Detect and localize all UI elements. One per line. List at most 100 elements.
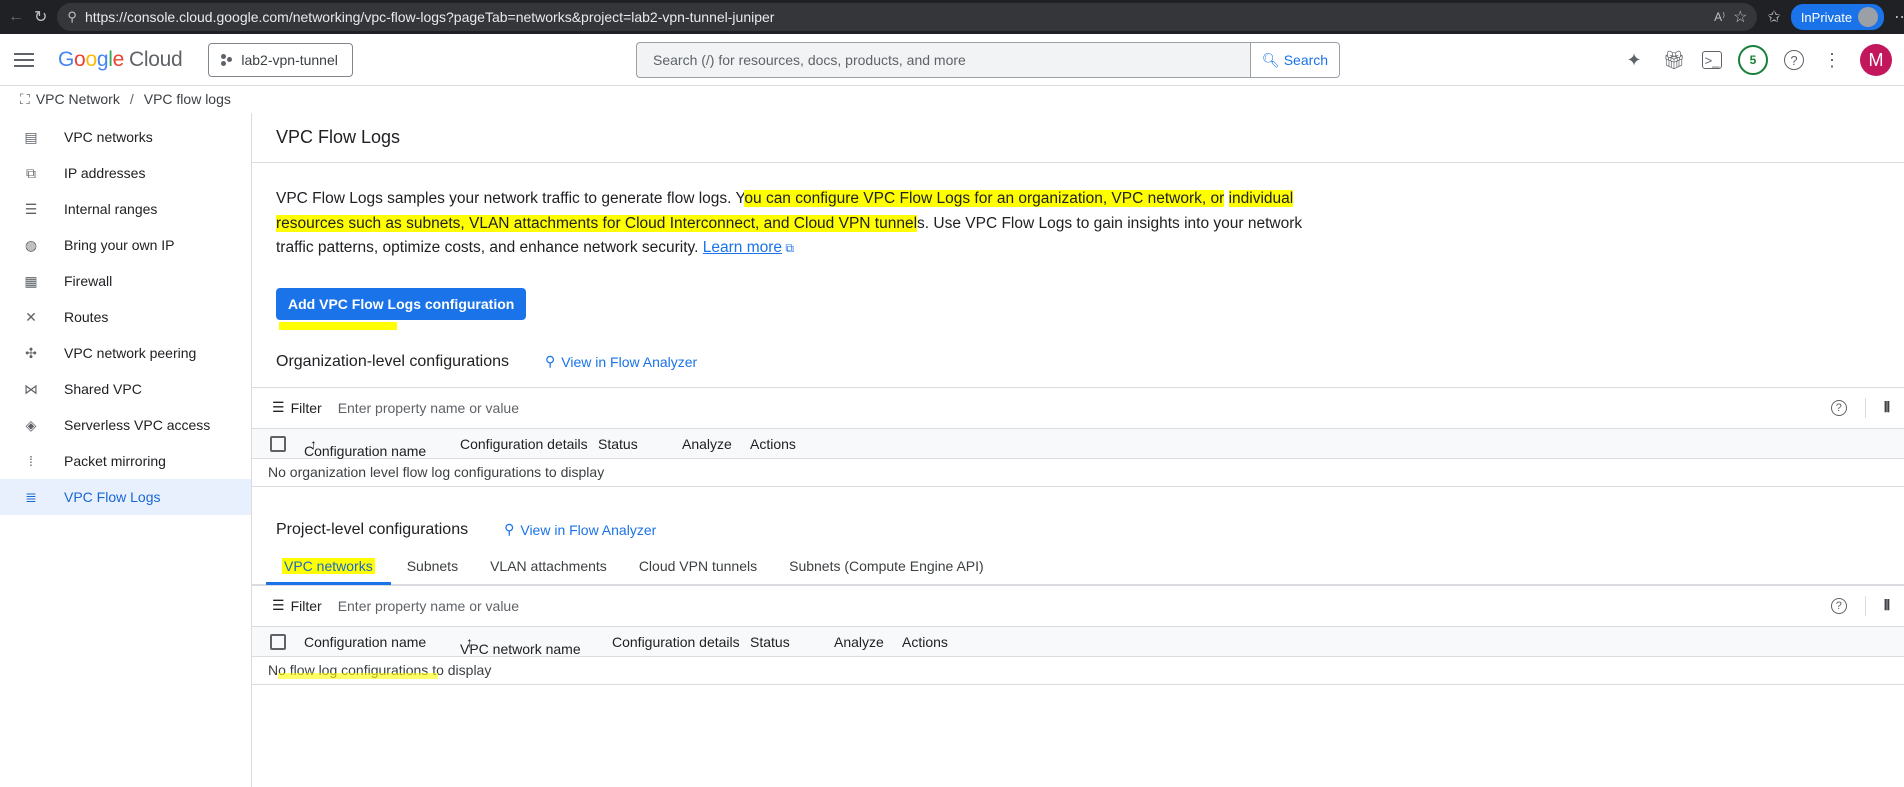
sidebar-item-label: Serverless VPC access (64, 417, 211, 433)
highlight-mark (278, 672, 438, 679)
address-bar[interactable]: ⚲ https://console.cloud.google.com/netwo… (57, 3, 1758, 31)
logo-letter: o (85, 47, 97, 71)
tab[interactable]: VLAN attachments (474, 558, 623, 584)
url-text[interactable]: https://console.cloud.google.com/network… (85, 9, 1706, 25)
breadcrumb-root[interactable]: VPC Network (36, 91, 120, 107)
sidebar-item-label: VPC Flow Logs (64, 489, 161, 505)
learn-more-link[interactable]: Learn more (703, 239, 782, 256)
sidebar-item[interactable]: ◈ Serverless VPC access (0, 407, 251, 443)
column-header[interactable]: VPC network name ↑ (460, 634, 581, 657)
column-header[interactable]: Configuration details (612, 634, 740, 650)
tab[interactable]: VPC networks (266, 557, 391, 585)
column-header[interactable]: Analyze (682, 436, 732, 452)
sidebar-item[interactable]: ☰ Internal ranges (0, 191, 251, 227)
sidebar-item[interactable]: ≣ VPC Flow Logs (0, 479, 251, 515)
project-flow-analyzer-link[interactable]: ⚲ View in Flow Analyzer (504, 521, 656, 538)
favorites-icon[interactable]: ✩ (1767, 7, 1780, 27)
search-button-label: Search (1283, 52, 1329, 68)
sidebar-item-label: Firewall (64, 273, 113, 289)
sidebar-item[interactable]: ◍ Bring your own IP (0, 227, 251, 263)
project-picker[interactable]: lab2-vpn-tunnel (208, 42, 353, 77)
org-section-header: Organization-level configurations ⚲ View… (252, 347, 1904, 377)
favorite-icon[interactable]: ☆ (1733, 7, 1747, 27)
peering-icon: ✣ (25, 344, 37, 361)
column-header[interactable]: Actions (750, 436, 796, 452)
breadcrumb-separator: / (129, 91, 134, 107)
description-text: VPC Flow Logs samples your network traff… (276, 190, 745, 207)
serverless-icon: ◈ (25, 416, 37, 433)
divider (1864, 397, 1866, 418)
analyzer-icon: ⚲ (504, 521, 515, 537)
column-header[interactable]: Configuration name ↑ (304, 436, 426, 459)
select-all-checkbox[interactable] (270, 435, 286, 452)
google-cloud-logo[interactable]: Google Cloud (58, 47, 183, 72)
column-display-icon[interactable]: ⦀ (1884, 597, 1890, 614)
sidebar-item[interactable]: ▦ Firewall (0, 263, 251, 299)
project-table-header: Configuration name VPC network name ↑ Co… (252, 626, 1904, 657)
sidebar: ▤ VPC networks ⧉ IP addresses ☰ Internal rang… (0, 113, 252, 787)
refresh-icon[interactable]: ↻ (34, 7, 47, 27)
column-header[interactable]: Configuration name (304, 634, 426, 650)
logo-letter: G (58, 47, 75, 71)
project-section-title: Project-level configurations (276, 520, 469, 538)
filter-label-text: Filter (290, 597, 322, 614)
tab[interactable]: Subnets (Compute Engine API) (773, 558, 1000, 584)
tab-label: VLAN attachments (490, 557, 607, 574)
header-actions: ✦ 🎁︎ >_ 5 ? ⋮ M (1622, 44, 1892, 76)
search-button[interactable]: 🔍︎ Search (1250, 42, 1340, 78)
logo-letter: o (74, 47, 86, 71)
gemini-icon[interactable]: ✦ (1622, 48, 1646, 72)
column-header[interactable]: Configuration details (460, 436, 588, 452)
notifications-badge[interactable]: 5 (1738, 45, 1768, 75)
help-icon[interactable]: ? (1784, 50, 1804, 70)
back-icon[interactable]: ← (8, 7, 24, 27)
add-config-button[interactable]: Add VPC Flow Logs configuration (276, 287, 527, 330)
add-config-button-label: Add VPC Flow Logs configuration (288, 295, 515, 312)
org-filter-bar: ☰ Filter Enter property name or value ? … (252, 386, 1904, 429)
project-filter-input[interactable]: Enter property name or value (338, 598, 519, 614)
tab-label: VPC networks (282, 557, 375, 574)
external-link-icon: ⧉ (782, 241, 794, 255)
more-vert-icon[interactable]: ⋮ (1820, 48, 1844, 72)
inprivate-label: InPrivate (1800, 9, 1853, 25)
column-header[interactable]: Status (598, 436, 638, 452)
logo-letter: e (112, 47, 125, 71)
filter-icon: ☰ (272, 597, 285, 613)
sidebar-item[interactable]: ⧉ IP addresses (0, 155, 251, 191)
sidebar-item-label: IP addresses (64, 165, 146, 181)
column-display-icon[interactable]: ⦀ (1884, 399, 1890, 416)
org-section-title: Organization-level configurations (276, 352, 510, 370)
inprivate-badge[interactable]: InPrivate (1790, 4, 1885, 30)
tab[interactable]: Cloud VPN tunnels (623, 558, 773, 584)
shared-vpc-icon: ⋈ (24, 380, 38, 397)
sidebar-item[interactable]: ⁞ Packet mirroring (0, 443, 251, 479)
sidebar-item-label: Bring your own IP (64, 237, 175, 253)
column-header[interactable]: Status (750, 634, 790, 650)
help-icon[interactable]: ? (1830, 399, 1847, 416)
column-header[interactable]: Actions (902, 634, 948, 650)
breadcrumb-current[interactable]: VPC flow logs (144, 91, 231, 107)
cloud-shell-icon[interactable]: >_ (1702, 51, 1722, 69)
select-all-checkbox[interactable] (270, 633, 286, 650)
sidebar-item[interactable]: ✕ Routes (0, 299, 251, 335)
account-avatar[interactable]: M (1860, 44, 1892, 76)
gift-icon[interactable]: 🎁︎ (1662, 48, 1686, 72)
content: VPC Flow Logs VPC Flow Logs samples your… (252, 113, 1904, 787)
menu-icon[interactable] (14, 48, 38, 72)
search-input[interactable]: Search (/) for resources, docs, products… (636, 42, 1250, 78)
sidebar-item[interactable]: ✣ VPC network peering (0, 335, 251, 371)
sidebar-item-label: Internal ranges (64, 201, 158, 217)
description-highlight: ou can configure VPC Flow Logs for an or… (744, 190, 1225, 207)
org-flow-analyzer-link[interactable]: ⚲ View in Flow Analyzer (545, 353, 697, 370)
main-area: ▤ VPC networks ⧉ IP addresses ☰ Internal rang… (0, 113, 1904, 787)
sidebar-item[interactable]: ▤ VPC networks (0, 119, 251, 155)
more-icon[interactable]: ⋯ (1894, 7, 1904, 27)
read-aloud-icon[interactable]: A⁾ (1714, 10, 1725, 24)
org-filter-input[interactable]: Enter property name or value (338, 400, 519, 416)
site-info-icon[interactable]: ⚲ (67, 9, 77, 25)
help-icon[interactable]: ? (1830, 597, 1847, 614)
sidebar-item[interactable]: ⋈ Shared VPC (0, 371, 251, 407)
analyzer-icon: ⚲ (545, 353, 556, 369)
column-header[interactable]: Analyze (834, 634, 884, 650)
tab[interactable]: Subnets (391, 558, 474, 584)
